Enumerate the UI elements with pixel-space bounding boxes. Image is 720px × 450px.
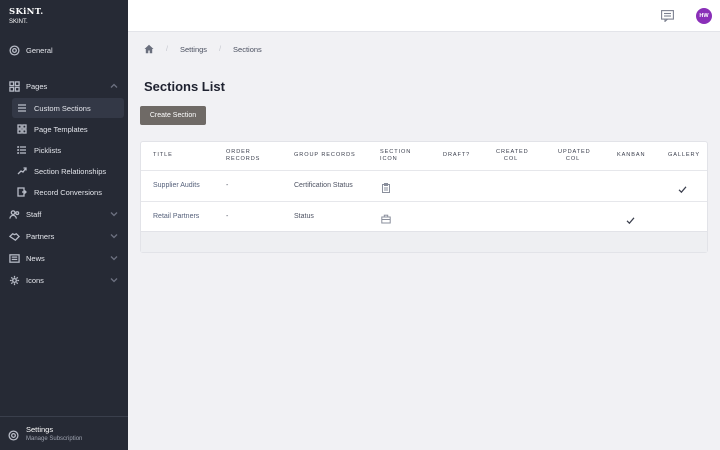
sidebar-item-label: General xyxy=(26,45,53,55)
column-header-created-col[interactable]: CREATED COL xyxy=(496,149,529,163)
sidebar: SKiNT. SKINT. General Pages Custom Secti… xyxy=(0,0,128,450)
clipboard-icon xyxy=(381,180,391,193)
sidebar-subitem-record-conversions[interactable]: Record Conversions xyxy=(12,182,124,202)
handshake-icon xyxy=(8,230,20,242)
sidebar-item-news[interactable]: News xyxy=(0,247,128,269)
sidebar-subitem-custom-sections[interactable]: Custom Sections xyxy=(12,98,124,118)
row-order-records: - xyxy=(226,213,229,220)
gallery-check-icon xyxy=(678,181,687,194)
sidebar-settings-footer[interactable]: Settings Manage Subscription xyxy=(0,416,128,450)
column-header-section-icon[interactable]: SECTION ICON xyxy=(380,149,411,163)
brand[interactable]: SKiNT. SKINT. xyxy=(0,0,128,32)
column-header-title[interactable]: TITLE xyxy=(153,152,173,159)
users-icon xyxy=(8,208,20,220)
sidebar-item-icons[interactable]: Icons xyxy=(0,269,128,291)
header-line: UPDATED xyxy=(558,149,591,155)
sidebar-item-label: Icons xyxy=(26,275,44,285)
sidebar-subitem-label: Record Conversions xyxy=(34,187,102,197)
grid-icon xyxy=(16,123,28,135)
grid-icon xyxy=(8,80,20,92)
sidebar-item-staff[interactable]: Staff xyxy=(0,203,128,225)
brand-name: SKINT. xyxy=(9,19,28,25)
newspaper-icon xyxy=(8,252,20,264)
sidebar-subitem-label: Section Relationships xyxy=(34,166,107,176)
breadcrumb: / Settings / Sections xyxy=(144,44,262,54)
table-row[interactable]: Supplier Audits - Certification Status xyxy=(141,170,707,201)
gear-icon xyxy=(8,44,20,56)
sidebar-subitem-picklists[interactable]: Picklists xyxy=(12,140,124,160)
breadcrumb-item-sections[interactable]: Sections xyxy=(233,45,262,54)
sidebar-item-label: News xyxy=(26,253,45,263)
column-header-order-records[interactable]: ORDER RECORDS xyxy=(226,149,260,163)
column-header-group-records[interactable]: GROUP RECORDS xyxy=(294,152,356,159)
sidebar-subitem-label: Page Templates xyxy=(34,124,88,134)
create-section-button[interactable]: Create Section xyxy=(140,106,206,125)
list-icon xyxy=(16,102,28,114)
footer-title: Settings xyxy=(26,425,54,434)
header-line: COL xyxy=(503,156,519,162)
home-icon[interactable] xyxy=(144,44,154,54)
sidebar-subitem-label: Picklists xyxy=(34,145,62,155)
sidebar-item-general[interactable]: General xyxy=(0,39,128,61)
row-title[interactable]: Supplier Audits xyxy=(153,182,200,189)
row-title[interactable]: Retail Partners xyxy=(153,213,199,220)
header-line: CREATED xyxy=(496,149,529,155)
briefcase-icon xyxy=(381,211,391,224)
chevron-down-icon[interactable] xyxy=(110,232,118,240)
row-group-records: Certification Status xyxy=(294,182,353,189)
avatar[interactable]: HW xyxy=(696,8,712,24)
footer-subtitle[interactable]: Manage Subscription xyxy=(26,436,82,442)
breadcrumb-separator: / xyxy=(219,45,222,53)
page-title: Sections List xyxy=(144,79,225,94)
gear-icon xyxy=(8,274,20,286)
column-header-draft[interactable]: DRAFT? xyxy=(443,152,470,159)
header-line: SECTION xyxy=(380,149,412,155)
header-line: COL xyxy=(565,156,581,162)
table-footer xyxy=(141,231,707,252)
chat-icon[interactable] xyxy=(661,9,674,23)
row-order-records: - xyxy=(226,182,229,189)
table-row[interactable]: Retail Partners - Status xyxy=(141,201,707,232)
sidebar-item-partners[interactable]: Partners xyxy=(0,225,128,247)
row-group-records: Status xyxy=(294,213,314,220)
header-line: ICON xyxy=(380,156,398,162)
sidebar-subitem-page-templates[interactable]: Page Templates xyxy=(12,119,124,139)
list-icon xyxy=(16,144,28,156)
header-line: ORDER xyxy=(226,149,251,155)
topbar: HW xyxy=(128,0,720,32)
sidebar-item-pages[interactable]: Pages xyxy=(0,75,128,97)
convert-icon xyxy=(16,186,28,198)
chevron-down-icon[interactable] xyxy=(110,276,118,284)
sidebar-item-label: Partners xyxy=(26,231,55,241)
column-header-gallery[interactable]: GALLERY xyxy=(668,152,700,159)
sidebar-item-label: Pages xyxy=(26,81,48,91)
sidebar-item-label: Staff xyxy=(26,209,42,219)
sidebar-subitem-section-relationships[interactable]: Section Relationships xyxy=(12,161,124,181)
chevron-down-icon[interactable] xyxy=(110,210,118,218)
chevron-up-icon[interactable] xyxy=(110,82,118,90)
link-icon xyxy=(16,165,28,177)
column-header-updated-col[interactable]: UPDATED COL xyxy=(558,149,591,163)
column-header-kanban[interactable]: KANBAN xyxy=(617,152,645,159)
chevron-down-icon[interactable] xyxy=(110,254,118,262)
sections-table: TITLE ORDER RECORDS GROUP RECORDS SECTIO… xyxy=(140,141,708,253)
header-line: RECORDS xyxy=(226,156,261,162)
breadcrumb-item-settings[interactable]: Settings xyxy=(180,45,207,54)
brand-logo: SKiNT. xyxy=(9,7,44,17)
kanban-check-icon xyxy=(626,212,635,225)
breadcrumb-separator: / xyxy=(166,45,168,53)
gear-icon xyxy=(8,428,20,441)
sidebar-subitem-label: Custom Sections xyxy=(34,103,91,113)
